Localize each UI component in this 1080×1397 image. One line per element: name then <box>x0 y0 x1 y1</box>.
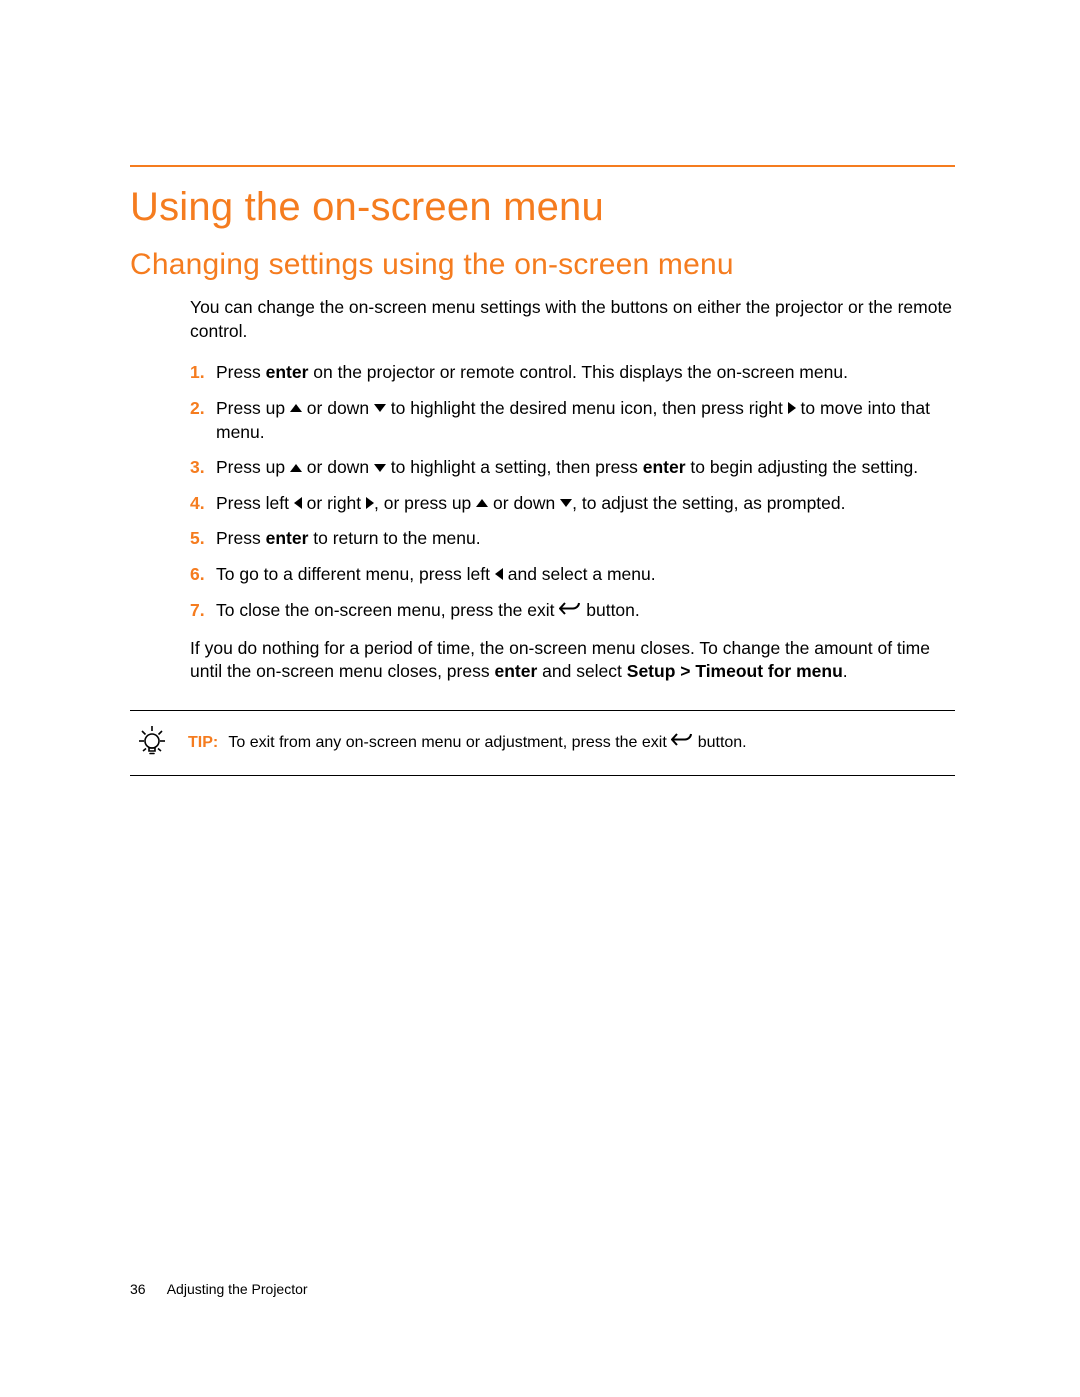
heading-2: Changing settings using the on-screen me… <box>130 248 955 282</box>
step-text: To close the on-screen menu, press the e… <box>216 599 955 623</box>
step-text: To go to a different menu, press left an… <box>216 563 955 587</box>
body-column: You can change the on-screen menu settin… <box>190 296 955 684</box>
exit-icon <box>671 733 693 751</box>
arrow-up-icon <box>476 499 488 507</box>
step-7: 7. To close the on-screen menu, press th… <box>190 599 955 623</box>
step-text: Press up or down to highlight the desire… <box>216 397 955 444</box>
footer-section: Adjusting the Projector <box>167 1281 308 1297</box>
step-number: 6. <box>190 563 216 587</box>
arrow-right-icon <box>366 497 374 509</box>
step-6: 6. To go to a different menu, press left… <box>190 563 955 587</box>
arrow-up-icon <box>290 404 302 412</box>
step-4: 4. Press left or right , or press up or … <box>190 492 955 516</box>
step-number: 4. <box>190 492 216 516</box>
step-text: Press up or down to highlight a setting,… <box>216 456 955 480</box>
tip-block: TIP: To exit from any on-screen menu or … <box>130 710 955 776</box>
step-number: 5. <box>190 527 216 551</box>
arrow-right-icon <box>788 402 796 414</box>
step-text: Press enter on the projector or remote c… <box>216 361 955 385</box>
heading-1: Using the on-screen menu <box>130 185 955 230</box>
tip-bar: TIP: To exit from any on-screen menu or … <box>130 710 955 776</box>
arrow-left-icon <box>495 568 503 580</box>
page-footer: 36 Adjusting the Projector <box>130 1281 308 1297</box>
closing-paragraph: If you do nothing for a period of time, … <box>190 637 955 684</box>
page-number: 36 <box>130 1281 146 1297</box>
step-1: 1. Press enter on the projector or remot… <box>190 361 955 385</box>
arrow-down-icon <box>374 404 386 412</box>
step-text: Press left or right , or press up or dow… <box>216 492 955 516</box>
intro-paragraph: You can change the on-screen menu settin… <box>190 296 955 343</box>
arrow-down-icon <box>374 464 386 472</box>
step-number: 2. <box>190 397 216 444</box>
arrow-down-icon <box>560 499 572 507</box>
step-2: 2. Press up or down to highlight the des… <box>190 397 955 444</box>
steps-list: 1. Press enter on the projector or remot… <box>190 361 955 623</box>
exit-icon <box>559 598 581 622</box>
tip-text: TIP: To exit from any on-screen menu or … <box>188 734 747 752</box>
step-number: 7. <box>190 599 216 623</box>
top-rule <box>130 165 955 167</box>
step-3: 3. Press up or down to highlight a setti… <box>190 456 955 480</box>
arrow-left-icon <box>294 497 302 509</box>
tip-label: TIP: <box>188 734 218 751</box>
page: Using the on-screen menu Changing settin… <box>0 0 1080 1397</box>
step-5: 5. Press enter to return to the menu. <box>190 527 955 551</box>
step-number: 1. <box>190 361 216 385</box>
step-number: 3. <box>190 456 216 480</box>
step-text: Press enter to return to the menu. <box>216 527 955 551</box>
arrow-up-icon <box>290 464 302 472</box>
lightbulb-icon <box>130 723 174 763</box>
